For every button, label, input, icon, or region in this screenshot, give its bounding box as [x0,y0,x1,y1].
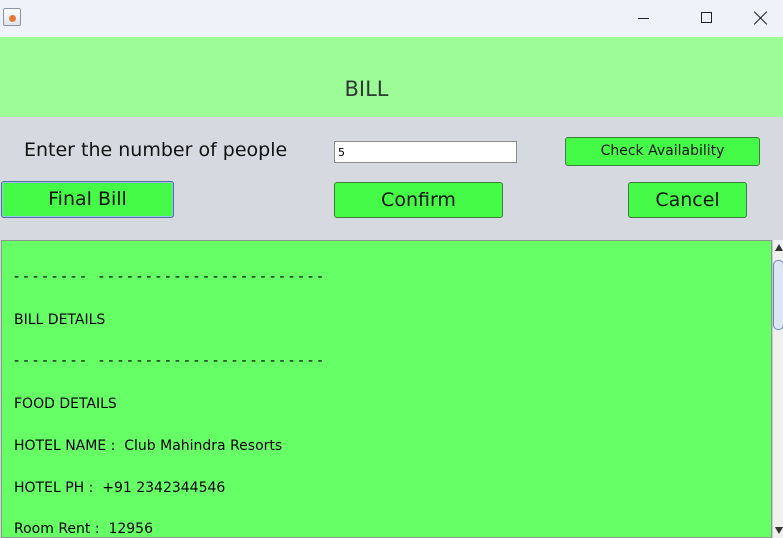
bill-text-area[interactable]: - - - - - - - - - - - - - - - - - - - - … [1,240,772,538]
header-banner: BILL [0,37,783,117]
cancel-button[interactable]: Cancel [628,182,747,218]
confirm-button[interactable]: Confirm [334,182,503,218]
bill-details-heading: BILL DETAILS [14,312,106,328]
scroll-up-arrow-icon[interactable] [775,244,783,251]
separator-line: - - - - - - - - - - - - - - - - - - - - … [14,353,323,369]
minimize-button[interactable] [620,0,666,37]
close-button[interactable] [737,0,783,37]
hotel-phone-line: HOTEL PH : +91 2342344546 [14,480,226,496]
page-title: BILL [344,77,389,101]
minimize-icon [638,18,649,19]
java-cup-icon[interactable] [3,8,21,26]
final-bill-button[interactable]: Final Bill [1,181,174,218]
maximize-icon [701,12,712,23]
vertical-scrollbar[interactable] [772,240,783,538]
people-label: Enter the number of people [24,139,288,161]
hotel-name-line: HOTEL NAME : Club Mahindra Resorts [14,438,283,454]
food-details-heading: FOOD DETAILS [14,396,117,412]
close-icon [754,11,768,25]
scroll-down-arrow-icon[interactable] [775,527,783,534]
people-count-input[interactable] [334,141,517,163]
title-bar [0,0,783,37]
separator-line: - - - - - - - - - - - - - - - - - - - - … [14,269,323,285]
check-availability-button[interactable]: Check Availability [565,137,760,166]
room-rent-line: Room Rent : 12956 [14,521,153,537]
maximize-button[interactable] [683,0,729,37]
scroll-thumb[interactable] [773,260,783,330]
